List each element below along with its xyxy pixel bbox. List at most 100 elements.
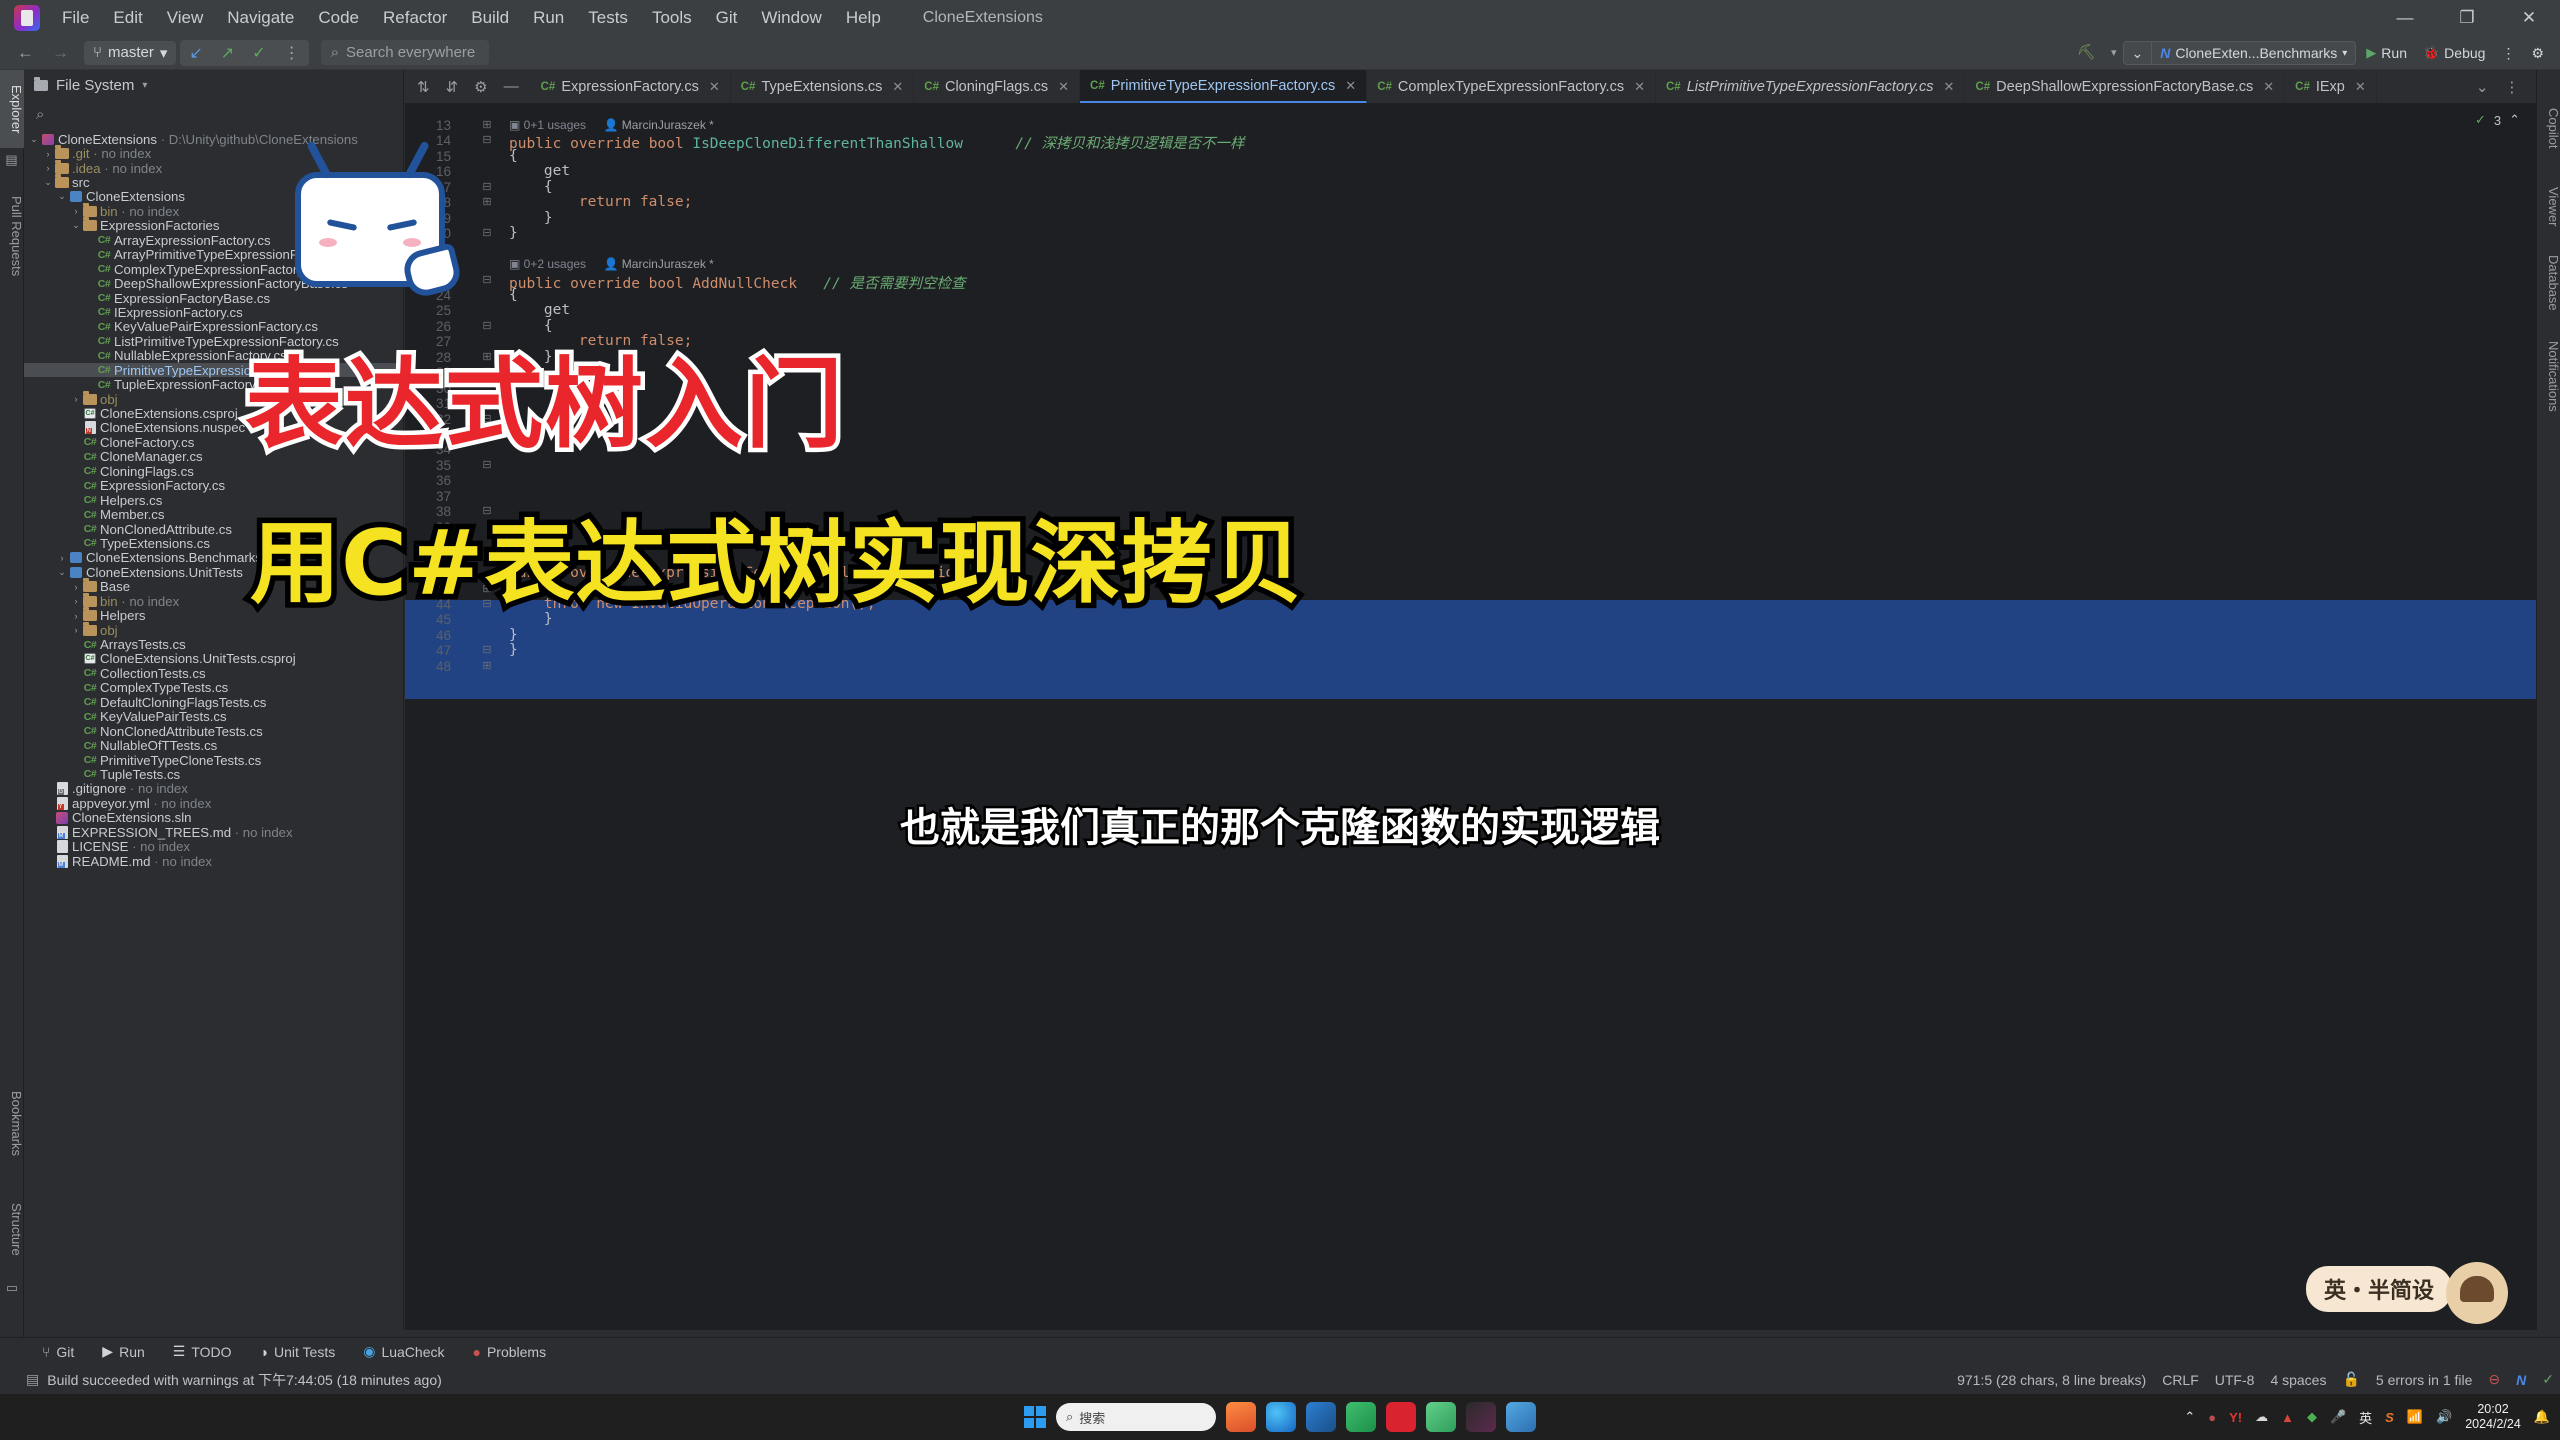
lock-icon[interactable]: 🔓: [2342, 1371, 2359, 1388]
stripe-pull-requests[interactable]: Pull Requests: [0, 180, 24, 292]
tree-node[interactable]: C# NullableOfTTests.cs: [24, 738, 403, 753]
tree-expand-arrow[interactable]: ⌄: [42, 177, 54, 188]
build-dropdown-icon[interactable]: ▾: [2107, 36, 2121, 70]
stripe-explorer[interactable]: Explorer: [0, 70, 24, 148]
menu-help[interactable]: Help: [834, 0, 893, 36]
tree-node[interactable]: C# KeyValuePairTests.cs: [24, 709, 403, 724]
taskbar-app-green[interactable]: [1346, 1402, 1376, 1432]
stripe-database[interactable]: Database: [2537, 242, 2560, 324]
stripe-notifications[interactable]: Notifications: [2537, 324, 2560, 428]
wifi-icon[interactable]: 📶: [2407, 1409, 2423, 1425]
tree-expand-arrow[interactable]: ›: [70, 206, 82, 216]
taskbar-app-edge-browser[interactable]: [1266, 1402, 1296, 1432]
folder-stripe-icon[interactable]: ▤: [0, 148, 23, 172]
tray-yahoo-icon[interactable]: Y!: [2229, 1410, 2242, 1425]
close-tab-icon[interactable]: ✕: [709, 79, 720, 95]
tray-green-icon[interactable]: ◆: [2307, 1409, 2317, 1425]
sort-tabs-icon[interactable]: ⇅: [409, 78, 438, 96]
tree-node[interactable]: C# PrimitiveTypeCloneTests.cs: [24, 753, 403, 768]
stripe-structure[interactable]: Structure: [0, 1188, 24, 1270]
settings-gear-icon[interactable]: ⚙: [2523, 41, 2552, 65]
vcs-push-icon[interactable]: ↗: [212, 40, 243, 66]
stripe-bookmarks[interactable]: Bookmarks: [0, 1078, 24, 1170]
bottom-tool-run[interactable]: ▶ Run: [88, 1343, 158, 1360]
editor-tab[interactable]: C# ExpressionFactory.cs ✕: [531, 70, 731, 103]
menu-view[interactable]: View: [155, 0, 216, 36]
menu-code[interactable]: Code: [306, 0, 371, 36]
stripe-viewer[interactable]: Viewer: [2537, 172, 2560, 242]
close-tab-icon[interactable]: ✕: [1058, 79, 1069, 95]
file-encoding[interactable]: UTF-8: [2215, 1372, 2255, 1388]
tree-node[interactable]: C# DefaultCloningFlagsTests.cs: [24, 695, 403, 710]
tree-node[interactable]: CloneExtensions.UnitTests.csproj: [24, 651, 403, 666]
caret-position[interactable]: 971:5 (28 chars, 8 line breaks): [1957, 1372, 2146, 1388]
taskbar-search-box[interactable]: ⌕ 搜索: [1056, 1403, 1216, 1431]
menu-git[interactable]: Git: [704, 0, 750, 36]
tree-node[interactable]: C# IExpressionFactory.cs: [24, 305, 403, 320]
minimize-button[interactable]: —: [2374, 0, 2436, 36]
tree-expand-arrow[interactable]: ›: [70, 582, 82, 592]
tray-mic-icon[interactable]: 🎤: [2330, 1409, 2346, 1425]
navigate-forward-icon[interactable]: →: [43, 36, 78, 70]
maximize-button[interactable]: ❐: [2436, 0, 2498, 36]
close-tab-icon[interactable]: ✕: [2355, 79, 2366, 95]
nv-icon[interactable]: N: [2516, 1372, 2526, 1388]
project-search-row[interactable]: ⌕: [24, 100, 403, 128]
tray-fire-icon[interactable]: ▲: [2281, 1410, 2294, 1425]
taskbar-app-blue[interactable]: [1506, 1402, 1536, 1432]
project-panel-header[interactable]: File System ▾: [24, 70, 403, 100]
tree-expand-arrow[interactable]: ⌄: [70, 220, 82, 231]
ime-indicator[interactable]: 英: [2359, 1408, 2372, 1427]
tree-node[interactable]: C# NonClonedAttributeTests.cs: [24, 724, 403, 739]
bottom-tool-git[interactable]: ⑂ Git: [28, 1344, 88, 1360]
fold-marker[interactable]: ⊟: [481, 180, 493, 193]
tree-expand-arrow[interactable]: ›: [70, 611, 82, 621]
navigate-back-icon[interactable]: ←: [8, 36, 43, 70]
menu-navigate[interactable]: Navigate: [215, 0, 306, 36]
menu-tools[interactable]: Tools: [640, 0, 704, 36]
close-tab-icon[interactable]: ✕: [1634, 79, 1645, 95]
tree-node[interactable]: › obj: [24, 621, 403, 638]
fold-marker[interactable]: ⊞: [481, 195, 493, 208]
code-author[interactable]: 👤 MarcinJuraszek *: [604, 257, 714, 271]
menu-file[interactable]: File: [50, 0, 101, 36]
taskbar-app-green2[interactable]: [1426, 1402, 1456, 1432]
tray-expand-icon[interactable]: ⌃: [2184, 1409, 2195, 1425]
hide-tabs-icon[interactable]: —: [496, 78, 527, 95]
menu-run[interactable]: Run: [521, 0, 576, 36]
usage-count[interactable]: ▣ 0+1 usages: [509, 118, 586, 132]
expand-tabs-icon[interactable]: ⇵: [438, 78, 467, 96]
vcs-commit-icon[interactable]: ✓: [243, 40, 274, 66]
project-file-tree[interactable]: ⌄ CloneExtensions · D:\Unity\github\Clone…: [24, 132, 403, 1330]
tree-node[interactable]: C# ArraysTests.cs: [24, 637, 403, 652]
editor-tab[interactable]: C# ListPrimitiveTypeExpressionFactory.cs ✕: [1656, 70, 1966, 103]
tree-node[interactable]: C# ComplexTypeTests.cs: [24, 680, 403, 695]
tray-app-icon-1[interactable]: ●: [2208, 1410, 2216, 1425]
editor-tab[interactable]: C# IExp ✕: [2285, 70, 2377, 103]
tree-node[interactable]: C# TupleTests.cs: [24, 767, 403, 782]
tree-expand-arrow[interactable]: ›: [42, 163, 54, 173]
usage-count[interactable]: ▣ 0+2 usages: [509, 257, 586, 271]
tree-expand-arrow[interactable]: ⌄: [56, 567, 68, 578]
tree-expand-arrow[interactable]: ›: [70, 625, 82, 635]
tab-overflow-icon[interactable]: ⌄: [2468, 78, 2497, 96]
menu-build[interactable]: Build: [459, 0, 521, 36]
fold-marker[interactable]: ⊟: [481, 133, 493, 146]
fold-marker[interactable]: ⊟: [481, 273, 493, 286]
taskbar-app-vscode[interactable]: [1306, 1402, 1336, 1432]
tree-expand-arrow[interactable]: ›: [42, 149, 54, 159]
editor-tabs[interactable]: C# ExpressionFactory.cs ✕ C# TypeExtensions.…: [531, 70, 2377, 103]
bottom-tool-problems[interactable]: ● Problems: [458, 1344, 560, 1360]
sogou-icon[interactable]: S: [2385, 1410, 2394, 1425]
fold-marker[interactable]: ⊟: [481, 226, 493, 239]
vcs-update-icon[interactable]: ↙: [180, 40, 211, 66]
vcs-branch-widget[interactable]: ⑂ master ▾: [84, 40, 177, 65]
close-tab-icon[interactable]: ✕: [1944, 79, 1955, 95]
tab-more-icon[interactable]: ⋮: [2496, 78, 2527, 96]
tray-cloud-icon[interactable]: ☁: [2255, 1409, 2268, 1425]
editor-tab[interactable]: C# ComplexTypeExpressionFactory.cs ✕: [1367, 70, 1656, 103]
error-icon[interactable]: ⊖: [2488, 1371, 2500, 1388]
tree-expand-arrow[interactable]: ⌄: [28, 134, 40, 145]
debug-button[interactable]: 🐞 Debug: [2415, 41, 2493, 65]
line-separator[interactable]: CRLF: [2162, 1372, 2199, 1388]
